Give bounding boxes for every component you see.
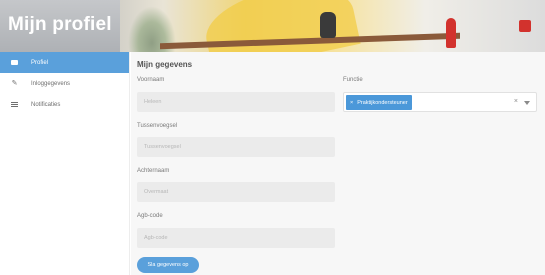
sidebar: Profiel ✎ Inloggegevens Notificaties <box>0 52 130 275</box>
sidebar-item-label: Inloggegevens <box>31 80 71 87</box>
achternaam-label: Achternaam <box>137 168 170 174</box>
banner-image-alarm <box>519 20 531 32</box>
agb-code-label: Agb-code <box>137 213 163 219</box>
functie-tag: × Praktijkondersteuner <box>346 95 412 110</box>
save-button[interactable]: Sla gegevens op <box>137 257 199 273</box>
voornaam-field[interactable]: Heleen <box>137 92 335 112</box>
sidebar-item-notificaties[interactable]: Notificaties <box>0 94 129 115</box>
profile-form: Mijn gegevens Voornaam Heleen Tussenvoeg… <box>131 52 545 275</box>
pencil-icon: ✎ <box>11 80 18 87</box>
card-icon <box>10 58 19 67</box>
chevron-down-icon[interactable] <box>524 101 530 105</box>
achternaam-field[interactable]: Overmaat <box>137 182 335 202</box>
agb-code-field[interactable]: Agb-code <box>137 228 335 248</box>
functie-select[interactable]: × Praktijkondersteuner × <box>343 92 537 112</box>
functie-label: Functie <box>343 77 363 83</box>
sidebar-item-label: Notificaties <box>31 101 61 108</box>
header-banner: Mijn profiel <box>0 0 545 52</box>
sidebar-item-inloggegevens[interactable]: ✎ Inloggegevens <box>0 73 129 94</box>
functie-tag-label: Praktijkondersteuner <box>357 99 408 106</box>
tag-remove-icon[interactable]: × <box>350 100 353 106</box>
sidebar-item-label: Profiel <box>31 59 49 66</box>
clear-icon[interactable]: × <box>514 98 518 105</box>
sidebar-item-profiel[interactable]: Profiel <box>0 52 129 73</box>
page-title: Mijn profiel <box>8 14 112 35</box>
tussenvoegsel-label: Tussenvoegsel <box>137 123 178 129</box>
tussenvoegsel-field[interactable]: Tussenvoegsel <box>137 137 335 157</box>
banner-image-vase <box>320 12 336 38</box>
voornaam-label: Voornaam <box>137 77 165 83</box>
section-title: Mijn gegevens <box>137 60 193 69</box>
list-icon <box>10 100 19 109</box>
banner-image-fire-extinguisher <box>446 18 456 48</box>
